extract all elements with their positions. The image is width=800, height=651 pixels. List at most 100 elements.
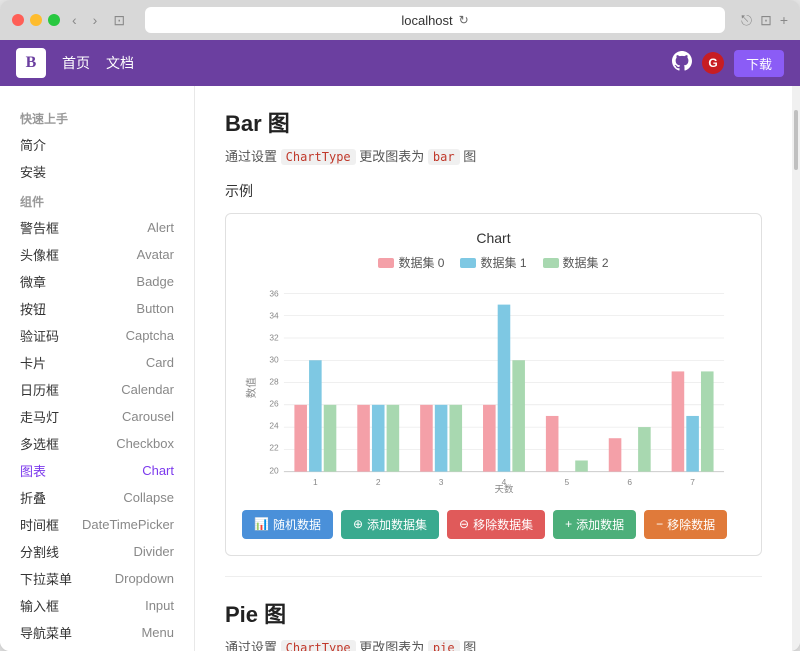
new-tab-button[interactable]: ⊡ <box>760 12 772 29</box>
bar-g1-s1 <box>309 360 322 471</box>
back-button[interactable]: ‹ <box>68 10 81 30</box>
bar-g2-s1 <box>372 405 385 472</box>
svg-text:36: 36 <box>269 289 279 299</box>
remove-dataset-icon: ⊖ <box>459 517 469 531</box>
topnav-home[interactable]: 首页 <box>62 53 90 73</box>
svg-text:7: 7 <box>690 477 695 487</box>
section-divider <box>225 576 762 577</box>
legend-color-1 <box>460 258 476 268</box>
add-dataset-icon: ⊕ <box>353 517 363 531</box>
gitee-icon[interactable]: G <box>702 52 724 74</box>
svg-text:32: 32 <box>269 333 279 343</box>
svg-text:3: 3 <box>439 477 444 487</box>
sidebar: 快速上手 简介 安装 组件 警告框Alert 头像框Avatar 微章Badge… <box>0 86 195 651</box>
sidebar-item-avatar[interactable]: 头像框Avatar <box>0 241 194 268</box>
bar-g2-s0 <box>357 405 370 472</box>
sidebar-item-input[interactable]: 输入框Input <box>0 592 194 619</box>
components-title: 组件 <box>0 185 194 214</box>
svg-text:20: 20 <box>269 466 279 476</box>
logo[interactable]: B <box>16 48 46 78</box>
close-button[interactable] <box>12 14 24 26</box>
remove-data-button[interactable]: − 移除数据 <box>644 510 727 539</box>
svg-text:1: 1 <box>313 477 318 487</box>
legend-label-2: 数据集 2 <box>563 254 609 271</box>
bar-g7-s2 <box>701 371 714 471</box>
bar-g6-s0 <box>609 438 622 471</box>
share-button[interactable]: ⎋ <box>741 12 752 29</box>
legend-color-2 <box>543 258 559 268</box>
bar-chart-container: Chart 数据集 0 数据集 1 数据集 2 <box>225 213 762 556</box>
sidebar-item-divider[interactable]: 分割线Divider <box>0 538 194 565</box>
sidebar-item-collapse[interactable]: 折叠Collapse <box>0 484 194 511</box>
example-label-bar: 示例 <box>225 181 762 201</box>
address-bar[interactable]: localhost ↻ <box>145 7 725 33</box>
forward-button[interactable]: › <box>89 10 102 30</box>
sidebar-item-dropdown[interactable]: 下拉菜单Dropdown <box>0 565 194 592</box>
reload-icon[interactable]: ↻ <box>459 13 469 27</box>
sidebar-item-badge[interactable]: 微章Badge <box>0 268 194 295</box>
main-area: 快速上手 简介 安装 组件 警告框Alert 头像框Avatar 微章Badge… <box>0 86 800 651</box>
add-button[interactable]: + <box>780 12 788 29</box>
sidebar-item-checkbox[interactable]: 多选框Checkbox <box>0 430 194 457</box>
scrollbar[interactable] <box>792 86 800 651</box>
sidebar-item-modal[interactable]: 模态框Modal <box>0 646 194 651</box>
chart-buttons: 📊 随机数据 ⊕ 添加数据集 ⊖ 移除数据集 + <box>242 510 745 539</box>
scrollbar-thumb[interactable] <box>794 110 798 170</box>
topnav: B 首页 文档 G 下载 <box>0 40 800 86</box>
tab-icon: ⊡ <box>109 10 129 31</box>
sidebar-item-install[interactable]: 安装 <box>0 158 194 185</box>
bar-g3-s1 <box>435 405 448 472</box>
chart-legend: 数据集 0 数据集 1 数据集 2 <box>242 254 745 271</box>
traffic-lights <box>12 14 60 26</box>
bar-section-title: Bar 图 <box>225 106 762 138</box>
legend-item-2: 数据集 2 <box>543 254 609 271</box>
pie-chart-type-code: ChartType <box>281 640 356 651</box>
sidebar-item-button[interactable]: 按钮Button <box>0 295 194 322</box>
remove-dataset-button[interactable]: ⊖ 移除数据集 <box>447 510 545 539</box>
sidebar-item-captcha[interactable]: 验证码Captcha <box>0 322 194 349</box>
legend-item-0: 数据集 0 <box>378 254 444 271</box>
sidebar-item-datetimepicker[interactable]: 时间框DateTimePicker <box>0 511 194 538</box>
svg-text:天数: 天数 <box>495 484 514 493</box>
sidebar-item-calendar[interactable]: 日历框Calendar <box>0 376 194 403</box>
bar-g5-s0 <box>546 416 559 472</box>
bar-g1-s0 <box>294 405 307 472</box>
chart-type-code: ChartType <box>281 149 356 165</box>
topnav-docs[interactable]: 文档 <box>106 53 134 73</box>
pie-section-title: Pie 图 <box>225 597 762 629</box>
remove-data-icon: − <box>656 517 663 531</box>
bar-g2-s2 <box>387 405 400 472</box>
sidebar-item-chart[interactable]: 图表Chart <box>0 457 194 484</box>
content-area: Bar 图 通过设置 ChartType 更改图表为 bar 图 示例 Char… <box>195 86 792 651</box>
bar-chart-svg: 数值 36 34 32 30 28 <box>242 283 745 493</box>
bar-chart-icon: 📊 <box>254 517 269 531</box>
sidebar-item-menu[interactable]: 导航菜单Menu <box>0 619 194 646</box>
sidebar-item-intro[interactable]: 简介 <box>0 131 194 158</box>
bar-code: bar <box>428 149 460 165</box>
svg-text:30: 30 <box>269 355 279 365</box>
address-text: localhost <box>401 13 452 28</box>
sidebar-item-carousel[interactable]: 走马灯Carousel <box>0 403 194 430</box>
sidebar-item-intro-zh: 简介 <box>20 135 46 154</box>
svg-text:28: 28 <box>269 377 279 387</box>
add-dataset-button[interactable]: ⊕ 添加数据集 <box>341 510 439 539</box>
sidebar-item-alert[interactable]: 警告框Alert <box>0 214 194 241</box>
random-data-button[interactable]: 📊 随机数据 <box>242 510 333 539</box>
bar-g7-s0 <box>672 371 685 471</box>
add-data-button[interactable]: + 添加数据 <box>553 510 636 539</box>
bar-g4-s1 <box>498 305 511 472</box>
maximize-button[interactable] <box>48 14 60 26</box>
chart-title: Chart <box>242 230 745 246</box>
sidebar-item-card[interactable]: 卡片Card <box>0 349 194 376</box>
minimize-button[interactable] <box>30 14 42 26</box>
bar-g3-s2 <box>449 405 462 472</box>
bar-section-desc: 通过设置 ChartType 更改图表为 bar 图 <box>225 146 762 165</box>
browser-actions: ⎋ ⊡ + <box>741 12 788 29</box>
bar-g5-s2 <box>575 460 588 471</box>
download-button[interactable]: 下载 <box>734 50 784 77</box>
svg-text:22: 22 <box>269 443 279 453</box>
add-dataset-label: 添加数据集 <box>367 516 427 533</box>
svg-text:2: 2 <box>376 477 381 487</box>
github-icon[interactable] <box>672 51 692 76</box>
legend-label-0: 数据集 0 <box>398 254 444 271</box>
